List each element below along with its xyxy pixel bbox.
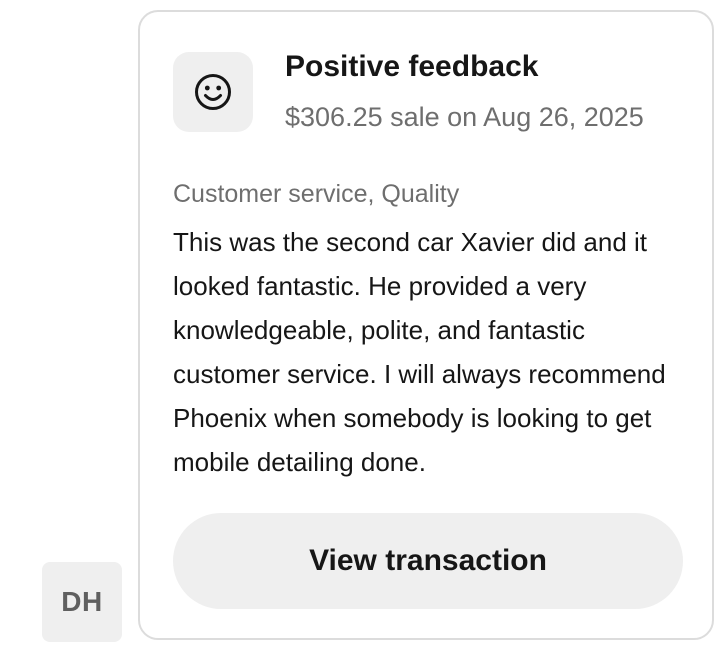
avatar-initials: DH bbox=[61, 586, 103, 617]
view-transaction-button[interactable]: View transaction bbox=[173, 513, 683, 609]
feedback-card: Positive feedback $306.25 sale on Aug 26… bbox=[138, 10, 714, 640]
feedback-icon-tile bbox=[173, 52, 253, 132]
feedback-tags: Customer service, Quality bbox=[173, 180, 460, 208]
feedback-panel: DH Positive feedback $306.25 sale on Aug… bbox=[0, 0, 728, 656]
avatar: DH bbox=[42, 562, 122, 642]
sale-summary: $306.25 sale on Aug 26, 2025 bbox=[285, 102, 644, 132]
feedback-title: Positive feedback bbox=[285, 50, 539, 83]
feedback-comment: This was the second car Xavier did and i… bbox=[173, 227, 666, 477]
smiley-face-icon bbox=[195, 74, 231, 110]
